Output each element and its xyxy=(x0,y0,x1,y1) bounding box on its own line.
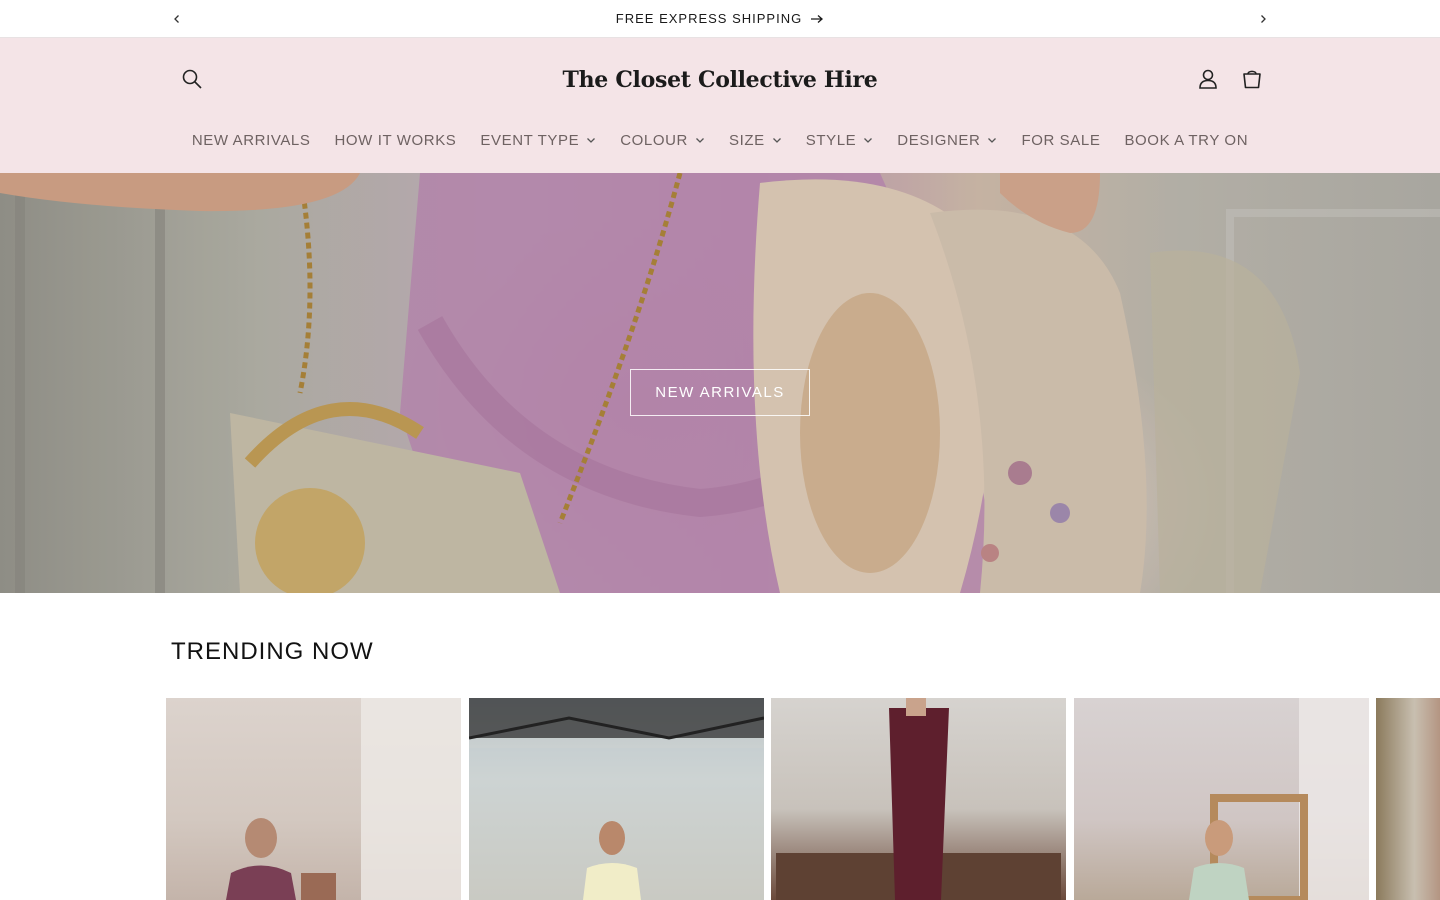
chevron-down-icon xyxy=(772,135,782,145)
product-image xyxy=(1189,698,1369,900)
nav-item-for-sale[interactable]: FOR SALE xyxy=(1009,126,1112,154)
nav-item-size[interactable]: SIZE xyxy=(717,126,794,154)
product-card[interactable] xyxy=(1376,698,1440,900)
product-card[interactable] xyxy=(1074,698,1369,900)
announcement-next-button[interactable] xyxy=(1253,9,1273,29)
product-card[interactable] xyxy=(469,698,764,900)
trending-title: TRENDING NOW xyxy=(171,638,374,665)
site-header: The Closet Collective Hire NEW ARRIVALS … xyxy=(0,38,1440,173)
chevron-down-icon xyxy=(695,135,705,145)
cart-button[interactable] xyxy=(1230,57,1274,101)
product-image xyxy=(226,698,461,900)
nav-item-new-arrivals[interactable]: NEW ARRIVALS xyxy=(180,126,323,154)
nav-item-colour[interactable]: COLOUR xyxy=(608,126,717,154)
nav-item-how-it-works[interactable]: HOW IT WORKS xyxy=(322,126,468,154)
hero-banner: NEW ARRIVALS xyxy=(0,173,1440,593)
search-icon xyxy=(182,69,202,89)
announcement-message[interactable]: FREE EXPRESS SHIPPING xyxy=(0,11,1440,26)
account-icon xyxy=(1199,69,1217,89)
nav-item-designer[interactable]: DESIGNER xyxy=(885,126,1009,154)
arrow-right-icon xyxy=(811,14,824,23)
product-image xyxy=(776,698,1061,900)
product-card[interactable] xyxy=(771,698,1066,900)
nav-item-book-a-try-on[interactable]: BOOK A TRY ON xyxy=(1112,126,1260,154)
hero-new-arrivals-button[interactable]: NEW ARRIVALS xyxy=(630,369,810,416)
product-carousel xyxy=(166,698,1440,900)
site-logo[interactable]: The Closet Collective Hire xyxy=(560,60,880,100)
chevron-down-icon xyxy=(987,135,997,145)
cart-icon xyxy=(1243,70,1261,89)
nav-item-event-type[interactable]: EVENT TYPE xyxy=(468,126,608,154)
main-nav: NEW ARRIVALS HOW IT WORKS EVENT TYPE COL… xyxy=(0,126,1440,154)
announcement-link[interactable]: FREE EXPRESS SHIPPING xyxy=(616,11,802,26)
search-button[interactable] xyxy=(170,57,214,101)
product-image xyxy=(469,698,764,900)
chevron-down-icon xyxy=(863,135,873,145)
account-button[interactable] xyxy=(1186,57,1230,101)
chevron-down-icon xyxy=(586,135,596,145)
announcement-bar: FREE EXPRESS SHIPPING xyxy=(0,0,1440,38)
product-card[interactable] xyxy=(166,698,461,900)
chevron-right-icon xyxy=(1261,15,1266,23)
nav-item-style[interactable]: STYLE xyxy=(794,126,886,154)
